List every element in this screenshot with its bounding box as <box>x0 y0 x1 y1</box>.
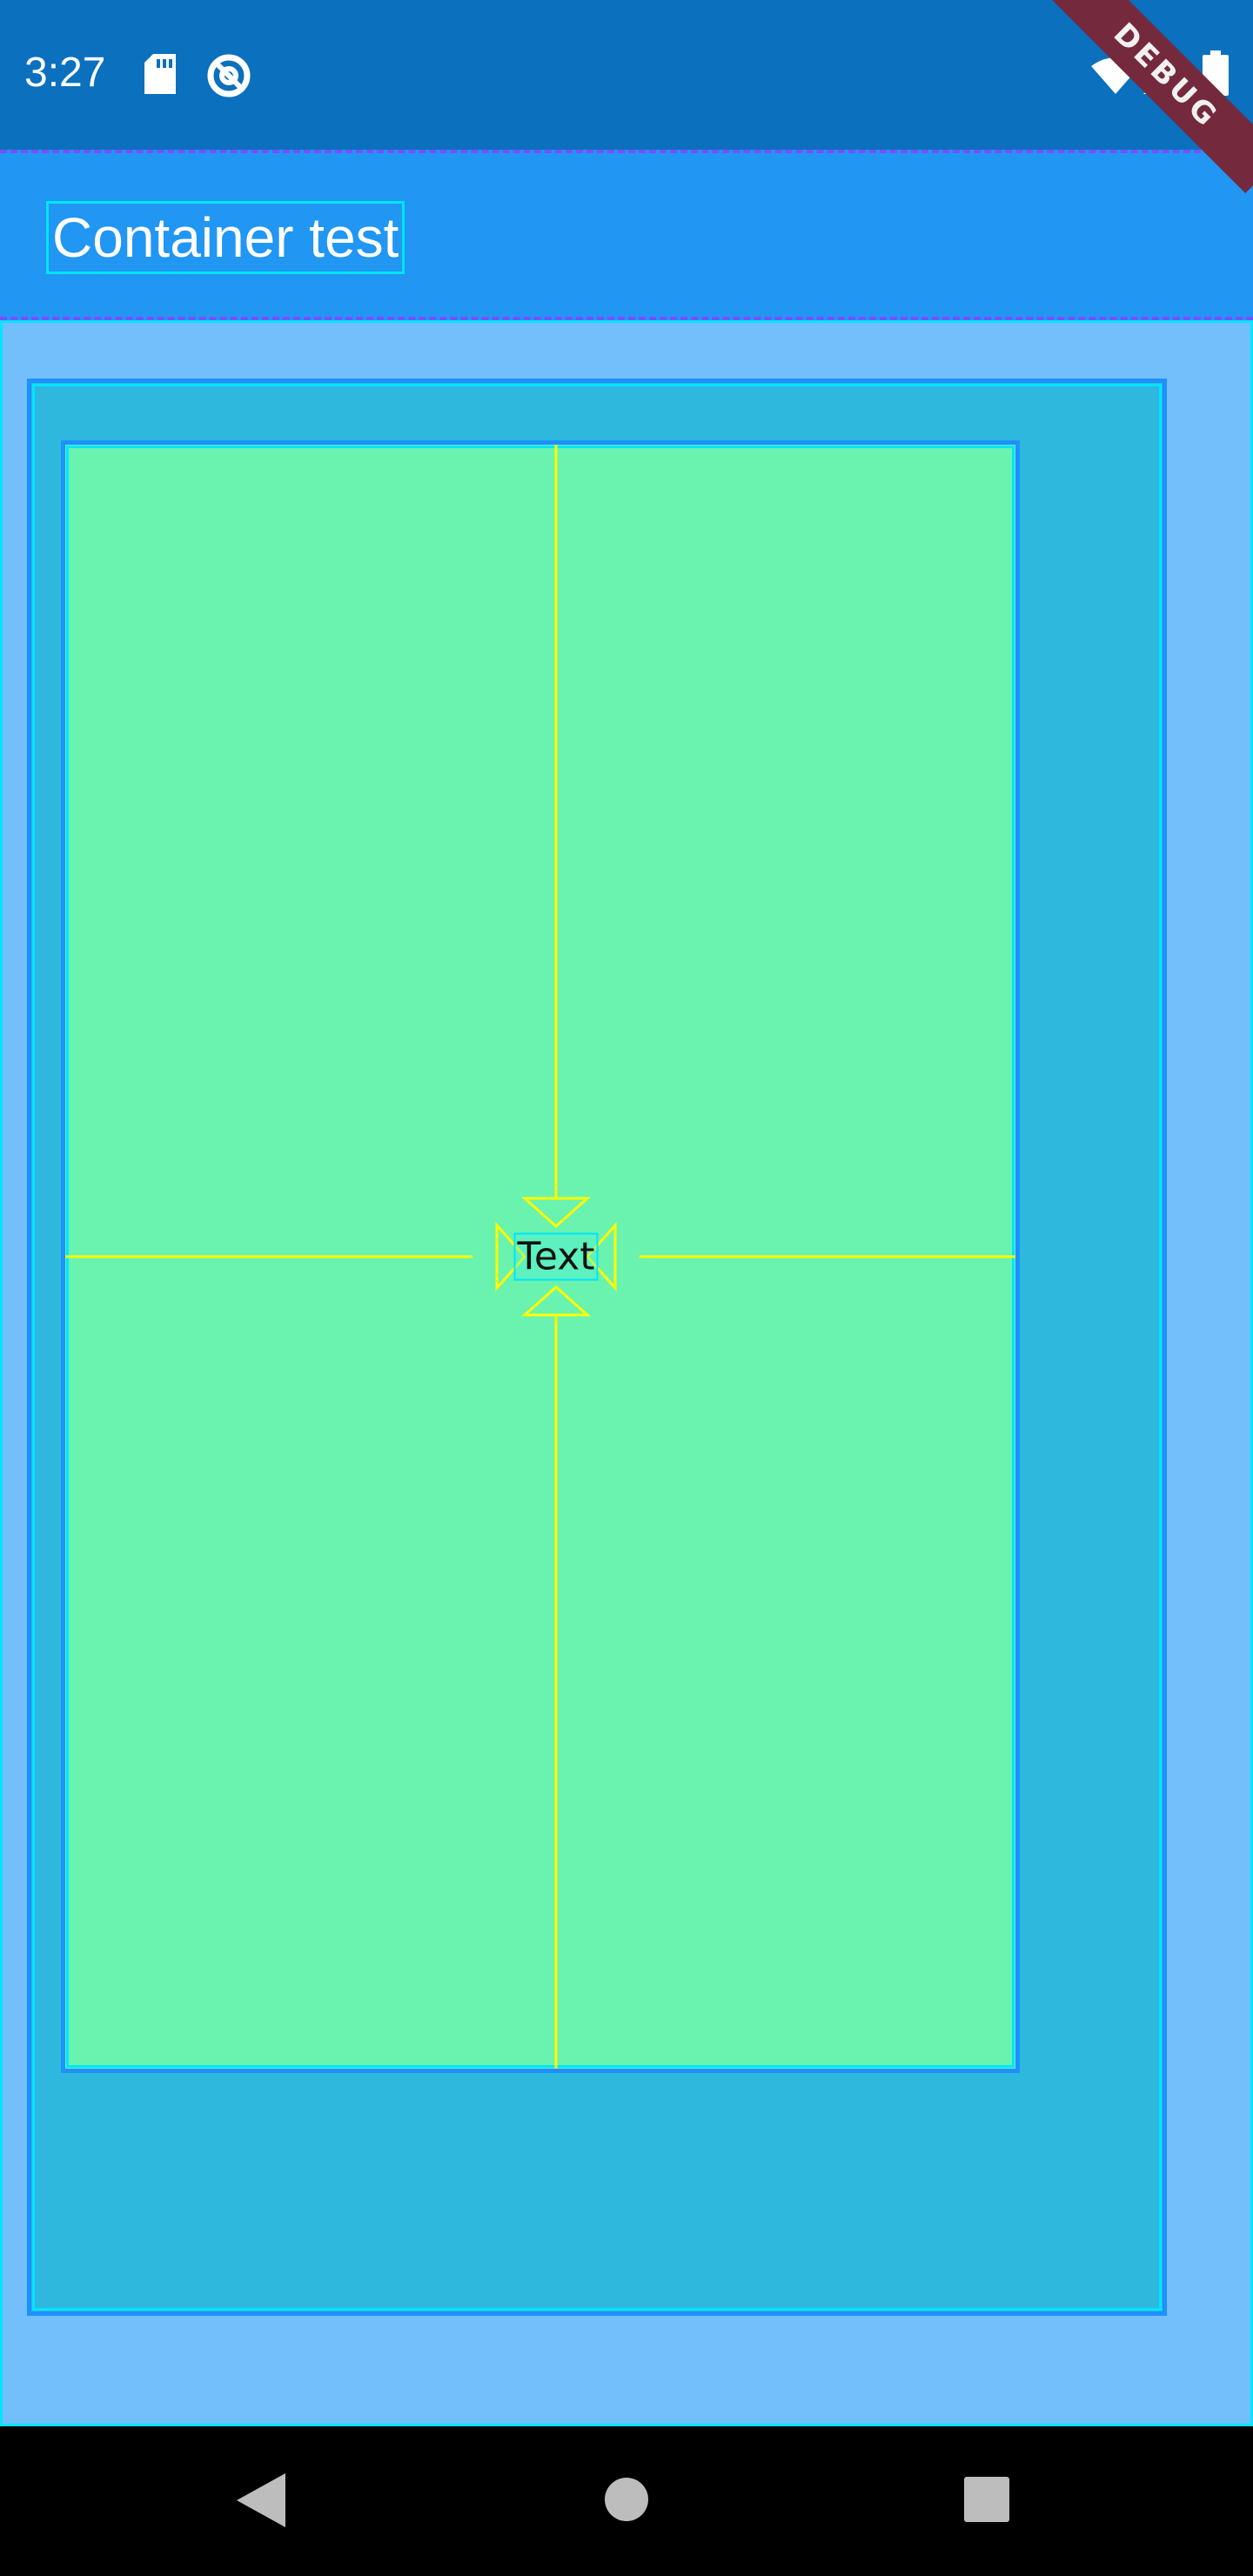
status-bar: 3:27 <box>0 0 1253 150</box>
recents-icon[interactable] <box>964 2477 1009 2522</box>
status-time: 3:27 <box>24 50 106 96</box>
sd-card-icon <box>144 54 176 94</box>
home-icon[interactable] <box>604 2477 649 2522</box>
back-icon[interactable] <box>237 2473 285 2527</box>
sync-icon <box>207 54 251 97</box>
center-text: Text <box>513 1232 599 1281</box>
app-bar-title: Container test <box>45 201 405 274</box>
page-body: Text <box>0 320 1253 2426</box>
app-bar: Container test <box>0 150 1253 320</box>
outer-container: Text <box>27 379 1167 2316</box>
navigation-bar <box>0 2426 1253 2576</box>
inner-container: Text <box>61 440 1020 2073</box>
